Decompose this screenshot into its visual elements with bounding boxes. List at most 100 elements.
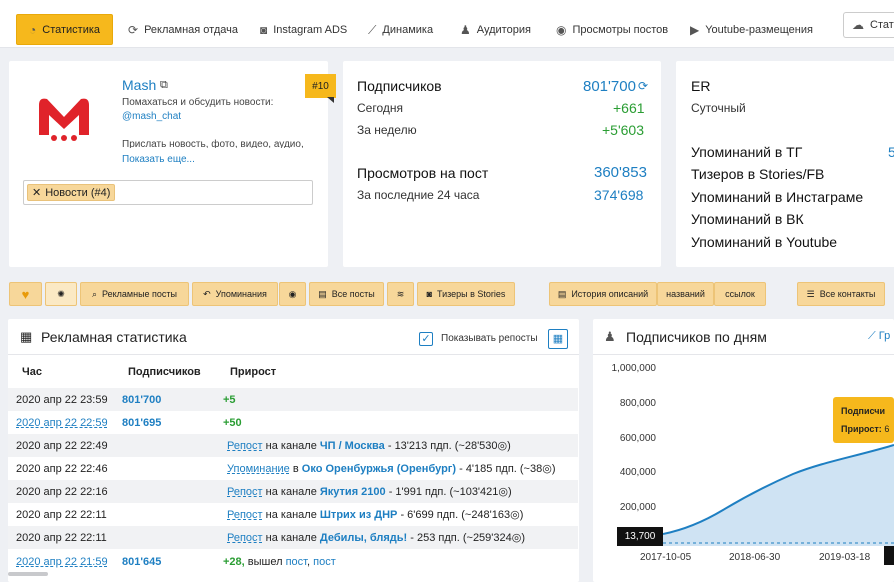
- calendar-button[interactable]: ▦: [548, 329, 568, 349]
- eye-icon: ◉: [288, 288, 297, 299]
- top-nav: ◔ Статистика ⟳ Рекламная отдача ◙ Instagram…: [0, 0, 894, 48]
- table-row: 2020 апр 22 22:49 Репост на канале ЧП / …: [8, 434, 578, 457]
- tab-instagram-ads[interactable]: ◙ Instagram ADS: [260, 14, 347, 45]
- channel-desc: Помахаться и обсудить новости:: [122, 97, 274, 108]
- subs-label: Подписчиков: [357, 78, 442, 94]
- line-chart-icon: ⟋: [368, 22, 377, 37]
- last24-value: 374'698: [594, 187, 644, 203]
- mentions-tg-value[interactable]: 5: [888, 144, 894, 160]
- contacts-icon: ☰: [806, 288, 815, 299]
- mentions-youtube: Упоминаний в Youtube: [691, 234, 838, 250]
- x-tick: 2019-03-18: [819, 552, 871, 563]
- subs-area-chart: [663, 444, 894, 546]
- rank-badge: #10: [305, 74, 336, 98]
- show-reposts-checkbox[interactable]: ✓: [419, 332, 433, 346]
- week-value: +5'603: [602, 122, 644, 138]
- tab-post-views[interactable]: ◉ Просмотры постов: [556, 14, 668, 45]
- heart-icon: ♥: [21, 286, 30, 302]
- mentions-button[interactable]: ↶ Упоминания: [192, 282, 278, 306]
- favorite-button[interactable]: ♥: [9, 282, 42, 306]
- history-button[interactable]: ▤ История описаний: [549, 282, 657, 306]
- last24-label: За последние 24 часа: [357, 188, 480, 202]
- y-tick: 800,000: [619, 398, 656, 409]
- tab-youtube[interactable]: ▶ Youtube-размещения: [690, 14, 813, 45]
- start-value-label: 13,700: [617, 527, 663, 546]
- eye-icon: ◎): [497, 440, 511, 452]
- all-posts-button[interactable]: ▤ Все посты: [309, 282, 384, 306]
- line-chart-icon: ⟋: [868, 330, 876, 342]
- all-contacts-button[interactable]: ☰ Все контакты: [797, 282, 885, 306]
- badge-button[interactable]: ✺: [45, 282, 77, 306]
- tab-ad-return[interactable]: ⟳ Рекламная отдача: [128, 14, 238, 45]
- er-daily: Суточный: [691, 101, 746, 115]
- y-tick: 600,000: [619, 433, 656, 444]
- col-growth: Прирост: [230, 366, 277, 378]
- subs-chart-title: Подписчиков по дням: [626, 329, 767, 345]
- y-tick: 1,000,000: [611, 363, 657, 374]
- table-row: 2020 апр 22 22:59 801'695 +50: [16, 416, 242, 429]
- today-value: +661: [613, 100, 645, 116]
- mentions-eye-button[interactable]: ◉: [279, 282, 306, 306]
- show-reposts-label: Показывать репосты: [441, 333, 538, 344]
- ad-posts-button[interactable]: ⌕ Рекламные посты: [80, 282, 189, 306]
- show-more-link[interactable]: Показать еще...: [122, 154, 195, 165]
- sync-icon[interactable]: ⟳: [638, 79, 648, 93]
- er-card: ER Суточный Упоминаний в ТГ 5 Тизеров в …: [676, 61, 894, 267]
- end-value-label: [884, 546, 894, 565]
- tab-dynamics[interactable]: ⟋ Динамика: [368, 14, 433, 45]
- ad-stats-title: Рекламная статистика: [41, 329, 187, 345]
- tab-stats-cloud[interactable]: ☁Стати: [843, 12, 894, 38]
- tags-input[interactable]: ✕ Новости (#4): [23, 180, 313, 205]
- mentions-tg: Упоминаний в ТГ: [691, 144, 803, 160]
- rank-corner: [327, 97, 334, 103]
- chart-tab[interactable]: ⟋ Гр: [868, 330, 890, 343]
- x-tick: 2017-10-05: [640, 552, 692, 563]
- col-hour: Час: [22, 366, 42, 378]
- week-label: За неделю: [357, 123, 417, 137]
- table-row: 2020 апр 22 22:46 Упоминание в Око Оренб…: [16, 462, 556, 476]
- badge-icon: ✺: [57, 288, 65, 299]
- views-label: Просмотров на пост: [357, 165, 489, 181]
- scrollbar[interactable]: [8, 572, 48, 576]
- teasers-stories-button[interactable]: ◙ Тизеры в Stories: [417, 282, 515, 306]
- y-tick: 200,000: [619, 502, 656, 513]
- table-row: 2020 апр 22 21:59 801'645 +28, вышел пос…: [16, 555, 336, 568]
- table-row: 2020 апр 22 22:11 Репост на канале Штрих…: [16, 508, 524, 522]
- history-icon: ▤: [557, 288, 567, 299]
- teasers-stories: Тизеров в Stories/FB: [691, 166, 825, 182]
- remove-tag-icon[interactable]: ✕: [32, 186, 41, 199]
- channel-card: Mash ⧉ #10 Помахаться и обсудить новости…: [9, 61, 336, 267]
- users-icon: ♟: [460, 22, 471, 37]
- users-icon: ♟: [604, 329, 616, 344]
- eye-icon: ◎): [542, 463, 556, 475]
- views-value: 360'853: [594, 164, 647, 181]
- refresh-icon: ⟳: [128, 22, 139, 37]
- today-label: Сегодня: [357, 101, 403, 115]
- chart-tooltip: Подписчи Прирост: 6: [833, 397, 894, 443]
- links-button[interactable]: ссылок: [714, 282, 766, 306]
- layers-button[interactable]: ≋: [387, 282, 414, 306]
- instagram-icon: ◙: [426, 289, 432, 299]
- table-row: 2020 апр 22 22:11 Репост на канале Дебил…: [8, 526, 578, 549]
- channel-name[interactable]: Mash: [122, 77, 156, 93]
- posts-icon: ▤: [318, 288, 327, 299]
- mentions-vk: Упоминаний в ВК: [691, 211, 804, 227]
- subs-value: 801'700: [583, 78, 636, 95]
- eye-icon: ◉: [556, 22, 567, 37]
- eye-icon: ◎): [510, 509, 524, 521]
- tab-statistics[interactable]: ◔ Статистика: [16, 14, 114, 45]
- tab-audience[interactable]: ♟ Аудитория: [460, 14, 531, 45]
- channel-logo: [39, 98, 89, 141]
- divider: [8, 354, 579, 355]
- tag-chip: ✕ Новости (#4): [27, 184, 116, 201]
- eye-icon: ◎): [511, 532, 526, 544]
- search-icon: ⌕: [91, 288, 98, 299]
- instagram-icon: ◙: [260, 22, 268, 37]
- y-tick: 400,000: [619, 467, 656, 478]
- channel-handle[interactable]: @mash_chat: [122, 111, 181, 122]
- table-row: 2020 апр 22 23:59 801'700 +5: [8, 388, 578, 411]
- eye-icon: ◎): [498, 486, 512, 498]
- channel-desc-2: Прислать новость, фото, видео, аудио,: [122, 139, 304, 148]
- copy-icon[interactable]: ⧉: [160, 79, 168, 92]
- names-button[interactable]: названий: [657, 282, 714, 306]
